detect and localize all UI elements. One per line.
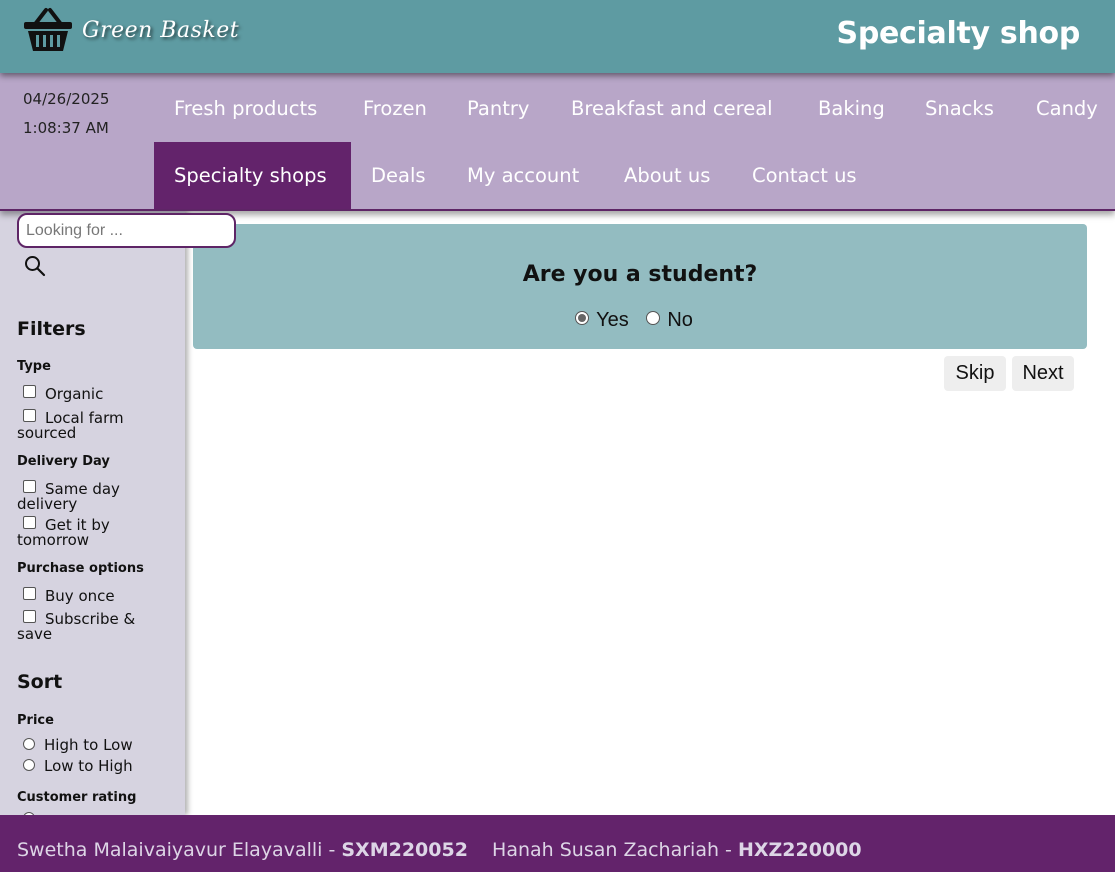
student-question-card: Are you a student? Yes No — [193, 224, 1087, 349]
search-input[interactable] — [17, 213, 236, 248]
label-yes: Yes — [596, 309, 629, 331]
skip-button[interactable]: Skip — [944, 356, 1006, 391]
filter-purchase-label: Purchase options — [17, 561, 144, 576]
nav-item-deals[interactable]: Deals — [351, 142, 446, 209]
filter-type-label: Type — [17, 359, 51, 374]
footer: Swetha Malaivaiyavur Elayavalli - SXM220… — [0, 815, 1115, 872]
student-answers: Yes No — [193, 309, 1087, 332]
site-header: Green Basket Specialty shop — [0, 0, 1115, 73]
current-time: 1:08:37 AM — [23, 119, 109, 137]
filter-option-subscribe[interactable]: Subscribe & save — [17, 610, 167, 642]
brand-name: Green Basket — [82, 17, 240, 43]
filter-option-local-farm[interactable]: Local farm sourced — [17, 409, 167, 441]
author-1-name: Swetha Malaivaiyavur Elayavalli - — [17, 839, 336, 861]
page-title: Specialty shop — [836, 16, 1081, 51]
author-2-name: Hanah Susan Zachariah - — [492, 839, 732, 861]
nav-item-snacks[interactable]: Snacks — [905, 75, 1014, 142]
author-1-id: SXM220052 — [341, 839, 468, 861]
nav-item-breakfast-and-cereal[interactable]: Breakfast and cereal — [551, 75, 793, 142]
basket-icon — [24, 8, 72, 51]
sort-option-low-to-high[interactable]: Low to High — [17, 759, 167, 774]
checkbox[interactable] — [23, 610, 36, 623]
checkbox[interactable] — [23, 409, 36, 422]
sort-title: Sort — [17, 671, 63, 693]
checkbox[interactable] — [23, 516, 36, 529]
nav-item-contact-us[interactable]: Contact us — [732, 142, 877, 209]
filter-delivery-label: Delivery Day — [17, 454, 110, 469]
next-button[interactable]: Next — [1012, 356, 1074, 391]
checkbox[interactable] — [23, 587, 36, 600]
logo[interactable]: Green Basket — [22, 6, 239, 54]
checkbox[interactable] — [23, 480, 36, 493]
nav-item-candy[interactable]: Candy — [1016, 75, 1098, 142]
radio-no[interactable] — [646, 311, 661, 325]
sort-price-label: Price — [17, 713, 54, 728]
footer-credits: Swetha Malaivaiyavur Elayavalli - SXM220… — [17, 839, 862, 861]
filter-option-tomorrow[interactable]: Get it by tomorrow — [17, 516, 167, 548]
nav-item-about-us[interactable]: About us — [604, 142, 730, 209]
radio[interactable] — [23, 759, 35, 771]
label-no: No — [667, 309, 693, 331]
radio[interactable] — [23, 738, 35, 750]
nav-item-fresh-products[interactable]: Fresh products — [154, 75, 337, 142]
filters-title: Filters — [17, 318, 86, 340]
nav-item-pantry[interactable]: Pantry — [447, 75, 549, 142]
checkbox[interactable] — [23, 385, 36, 398]
sort-option-high-to-low[interactable]: High to Low — [17, 738, 167, 753]
student-question: Are you a student? — [522, 262, 758, 287]
datetime: 04/26/2025 1:08:37 AM — [23, 85, 109, 143]
filter-option-same-day[interactable]: Same day delivery — [17, 480, 167, 512]
sidebar: Filters Type Organic Local farm sourced … — [0, 211, 185, 815]
sort-rating-label: Customer rating — [17, 790, 137, 805]
filter-option-buy-once[interactable]: Buy once — [17, 587, 167, 604]
filter-option-organic[interactable]: Organic — [17, 385, 167, 402]
radio-yes[interactable] — [575, 311, 590, 325]
nav-item-my-account[interactable]: My account — [447, 142, 599, 209]
nav-item-specialty-shops[interactable]: Specialty shops — [154, 142, 351, 209]
nav-item-frozen[interactable]: Frozen — [343, 75, 447, 142]
author-2-id: HXZ220000 — [737, 839, 862, 861]
nav-item-baking[interactable]: Baking — [798, 75, 905, 142]
search-icon[interactable] — [24, 255, 46, 277]
main-navigation: 04/26/2025 1:08:37 AM Fresh products Fro… — [0, 73, 1115, 211]
current-date: 04/26/2025 — [23, 90, 110, 108]
